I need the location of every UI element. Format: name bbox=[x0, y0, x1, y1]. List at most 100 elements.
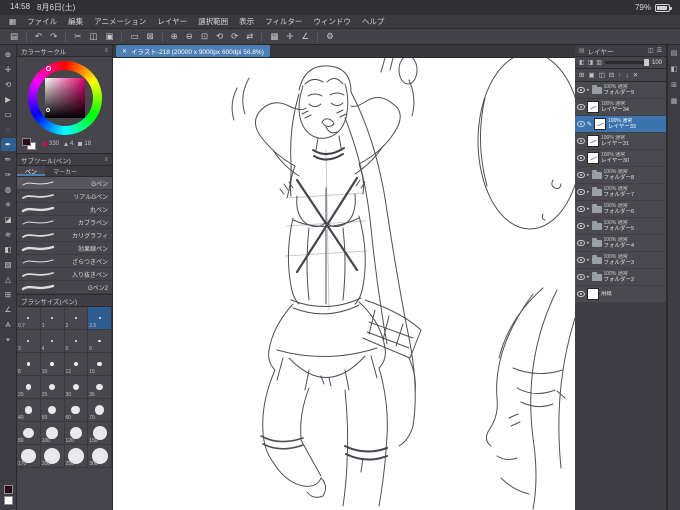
brush-size-cell[interactable]: 80 bbox=[17, 422, 41, 445]
brush-size-cell[interactable]: 25 bbox=[40, 376, 65, 399]
fg-bg-swatches[interactable] bbox=[22, 138, 38, 150]
grid-icon[interactable]: ▦ bbox=[270, 31, 278, 42]
menu-item[interactable]: ヘルプ bbox=[362, 16, 385, 27]
deselect-icon[interactable]: ⊠ bbox=[147, 31, 154, 42]
airbrush-tool-icon[interactable]: ◍ bbox=[1, 183, 16, 196]
color-panel-menu-icon[interactable]: ≡ bbox=[104, 48, 108, 54]
brush-size-cell[interactable]: 2 bbox=[64, 307, 89, 330]
brush-size-cell[interactable]: 35 bbox=[88, 376, 112, 399]
brush-size-cell[interactable]: 6 bbox=[88, 330, 112, 353]
visibility-eye-icon[interactable] bbox=[577, 87, 585, 93]
lock-icon[interactable]: ▥ bbox=[596, 59, 602, 66]
visibility-eye-icon[interactable] bbox=[577, 291, 585, 297]
blend-mode-icon[interactable]: ◧ bbox=[579, 59, 585, 66]
brush-size-cell[interactable]: 200 bbox=[40, 445, 65, 468]
visibility-eye-icon[interactable] bbox=[577, 240, 585, 246]
menu-item[interactable]: 表示 bbox=[239, 16, 254, 27]
menu-item[interactable]: ファイル bbox=[27, 16, 57, 27]
menu-item[interactable]: ウィンドウ bbox=[313, 16, 351, 27]
sv-square[interactable] bbox=[44, 78, 85, 118]
layer-panel-menu-icon[interactable]: ☰ bbox=[657, 47, 662, 54]
brush-size-cell[interactable]: 2.5 bbox=[88, 307, 112, 330]
brush-size-cell[interactable]: 70 bbox=[88, 399, 112, 422]
rotate-left-icon[interactable]: ⟲ bbox=[216, 31, 223, 42]
decoration-tool-icon[interactable]: ✳ bbox=[1, 198, 16, 211]
folder-expand-icon[interactable]: ▸ bbox=[587, 223, 590, 229]
visibility-eye-icon[interactable] bbox=[577, 121, 585, 127]
panels-icon[interactable]: ▤ bbox=[10, 31, 18, 42]
layer-row[interactable]: ✎ 100% 通常 レイヤー33 bbox=[575, 116, 666, 133]
brush-size-cell[interactable]: 100 bbox=[40, 422, 65, 445]
layer-row[interactable]: ▸ 100% 通常 フォルダー3 bbox=[575, 252, 666, 269]
fill-tool-icon[interactable]: ◧ bbox=[1, 243, 16, 256]
merge-down-icon[interactable]: ⊟ bbox=[609, 71, 614, 79]
opacity-slider[interactable] bbox=[605, 59, 649, 66]
menu-item[interactable]: レイヤー bbox=[157, 16, 187, 27]
material-tab-icon[interactable]: ▦ bbox=[671, 97, 678, 105]
layer-row[interactable]: 100% 通常 レイヤー30 bbox=[575, 150, 666, 167]
zoom-in-icon[interactable]: ⊕ bbox=[171, 31, 178, 42]
rotate-canvas-tool-icon[interactable]: ⟲ bbox=[1, 78, 16, 91]
brush-size-cell[interactable]: 40 bbox=[17, 399, 41, 422]
subtool-item[interactable]: 入り抜きペン bbox=[17, 268, 112, 281]
background-color-chip[interactable] bbox=[3, 496, 13, 505]
brush-size-cell[interactable]: 0.7 bbox=[17, 307, 41, 330]
brush-size-cell[interactable]: 150 bbox=[88, 422, 112, 445]
visibility-eye-icon[interactable] bbox=[577, 257, 585, 263]
brush-size-cell[interactable]: 250 bbox=[64, 445, 89, 468]
brush-size-cell[interactable]: 20 bbox=[17, 376, 41, 399]
canvas[interactable] bbox=[113, 58, 575, 510]
brush-size-cell[interactable]: 50 bbox=[40, 399, 65, 422]
color-wheel[interactable] bbox=[27, 61, 102, 135]
new-layer-icon[interactable]: ⊞ bbox=[579, 71, 584, 79]
layer-property-tab-icon[interactable]: ◧ bbox=[671, 65, 678, 73]
brush-size-cell[interactable]: 120 bbox=[64, 422, 89, 445]
folder-expand-icon[interactable]: ▸ bbox=[587, 240, 590, 246]
visibility-eye-icon[interactable] bbox=[577, 104, 585, 110]
zoom-tool-icon[interactable]: ⊕ bbox=[1, 48, 16, 61]
subtool-panel-menu-icon[interactable]: ≡ bbox=[104, 157, 108, 163]
layer-row[interactable]: ▸ 100% 通常 フォルダー8 bbox=[575, 167, 666, 184]
brush-size-cell[interactable]: 170 bbox=[17, 445, 41, 468]
app-menu-icon[interactable]: ▦ bbox=[9, 17, 16, 26]
brush-size-cell[interactable]: 60 bbox=[64, 399, 89, 422]
subtool-item[interactable]: リアルGペン bbox=[17, 190, 112, 203]
layer-row[interactable]: ▸ 100% 通常 フォルダー9 bbox=[575, 82, 666, 99]
subtool-item[interactable]: 丸ペン bbox=[17, 203, 112, 216]
brush-size-cell[interactable]: 3 bbox=[17, 330, 41, 353]
lasso-tool-icon[interactable]: ◌ bbox=[1, 123, 16, 136]
menu-item[interactable]: アニメーション bbox=[94, 16, 146, 27]
folder-expand-icon[interactable]: ▸ bbox=[587, 257, 590, 263]
brush-tool-icon[interactable]: ✑ bbox=[1, 168, 16, 181]
brush-size-cell[interactable]: 30 bbox=[64, 376, 89, 399]
canvas-tab[interactable]: ✕ イラスト-218 (20000 x 9000px 600dpi 56.8%) bbox=[116, 45, 270, 57]
new-folder-icon[interactable]: ▣ bbox=[588, 71, 594, 79]
folder-expand-icon[interactable]: ▸ bbox=[587, 189, 590, 195]
ruler-icon[interactable]: ∠ bbox=[302, 31, 310, 42]
selection-tool-icon[interactable]: ▭ bbox=[1, 108, 16, 121]
copy-icon[interactable]: ◫ bbox=[89, 31, 97, 42]
folder-expand-icon[interactable]: ▸ bbox=[587, 206, 590, 212]
layer-row[interactable]: ▸ 100% 通常 フォルダー4 bbox=[575, 235, 666, 252]
figure-tool-icon[interactable]: △ bbox=[1, 273, 16, 286]
visibility-eye-icon[interactable] bbox=[577, 172, 585, 178]
brush-size-cell[interactable]: 8 bbox=[17, 353, 41, 376]
hue-cursor[interactable] bbox=[45, 66, 51, 71]
pen-tool-icon[interactable]: ✒ bbox=[0, 138, 16, 151]
eyedropper-tool-icon[interactable]: ⌖ bbox=[1, 333, 16, 346]
gradient-tool-icon[interactable]: ▨ bbox=[1, 258, 16, 271]
subtool-tab[interactable]: マーカー bbox=[45, 166, 85, 176]
snap-icon[interactable]: ✛ bbox=[286, 31, 293, 42]
pencil-tool-icon[interactable]: ✏ bbox=[1, 153, 16, 166]
foreground-color-chip[interactable] bbox=[3, 485, 13, 494]
menu-item[interactable]: フィルター bbox=[265, 16, 302, 27]
sketch-drawing[interactable] bbox=[113, 58, 575, 510]
layer-row[interactable]: ▸ 100% 通常 フォルダー7 bbox=[575, 184, 666, 201]
layer-row[interactable]: 100% 通常 レイヤー31 bbox=[575, 133, 666, 150]
visibility-eye-icon[interactable] bbox=[577, 138, 585, 144]
undo-icon[interactable]: ↶ bbox=[35, 31, 42, 42]
layer-row[interactable]: ▸ 100% 通常 フォルダー2 bbox=[575, 269, 666, 286]
paste-icon[interactable]: ▣ bbox=[105, 31, 113, 42]
blend-tool-icon[interactable]: ≋ bbox=[1, 228, 16, 241]
frame-tool-icon[interactable]: ⊞ bbox=[1, 288, 16, 301]
